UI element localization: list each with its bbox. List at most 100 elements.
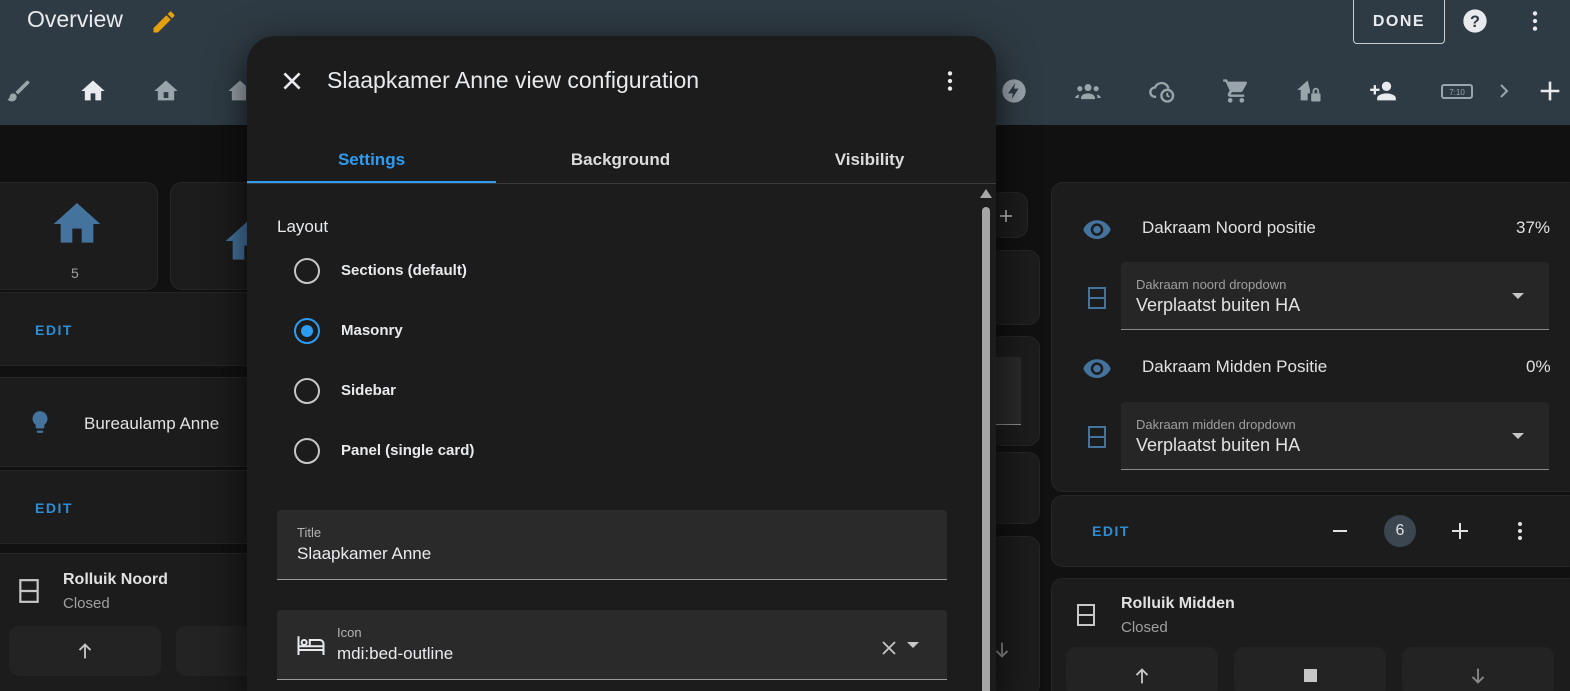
radio-label[interactable]: Masonry <box>341 322 403 339</box>
strip-card <box>990 250 1040 325</box>
done-button[interactable]: DONE <box>1353 0 1445 44</box>
plus-icon <box>1000 210 1012 222</box>
title-field[interactable]: Title Slaapkamer Anne <box>277 510 947 580</box>
radio-label[interactable]: Panel (single card) <box>341 442 474 459</box>
dialog-title: Slaapkamer Anne view configuration <box>327 67 700 93</box>
icon-field-value[interactable]: mdi:bed-outline <box>337 644 453 664</box>
more-vert-icon[interactable] <box>1508 518 1532 544</box>
arrow-up-icon <box>1135 668 1149 684</box>
icon-field-label: Icon <box>337 625 362 640</box>
account-plus-icon[interactable] <box>1369 77 1397 105</box>
edit-pencil-icon[interactable] <box>150 8 178 36</box>
entity-name: Dakraam Midden Positie <box>1142 357 1328 376</box>
svg-text:?: ? <box>1470 13 1480 31</box>
flash-icon[interactable] <box>1000 77 1028 105</box>
arrow-down-icon <box>1471 668 1485 684</box>
entity-name: Dakraam Noord positie <box>1142 218 1316 237</box>
clock-digital-icon[interactable]: 7:10 <box>1441 77 1473 105</box>
svg-text:7:10: 7:10 <box>1449 88 1465 97</box>
home-lock-icon[interactable] <box>1296 77 1324 105</box>
scroll-up-arrow-icon[interactable] <box>980 189 992 198</box>
eye-icon[interactable] <box>1082 214 1112 244</box>
cart-icon[interactable] <box>1222 77 1250 105</box>
light-name: Bureaulamp Anne <box>84 414 220 433</box>
home-button-card[interactable]: 5 <box>0 182 158 290</box>
lightbulb-icon[interactable] <box>27 409 53 435</box>
edit-bar-right: EDIT 6 <box>1051 495 1570 567</box>
dropdown-arrow-icon[interactable] <box>907 642 919 648</box>
select-dakraam-midden[interactable]: Dakraam midden dropdown Verplaatst buite… <box>1121 402 1549 470</box>
select-value: Verplaatst buiten HA <box>1136 295 1301 315</box>
edit-button[interactable]: EDIT <box>35 500 73 516</box>
scrollbar-thumb[interactable] <box>982 207 990 691</box>
account-group-icon[interactable] <box>1074 77 1102 105</box>
more-vert-icon[interactable] <box>937 67 963 95</box>
chevron-right-icon[interactable] <box>1492 77 1516 105</box>
title-field-label: Title <box>297 525 322 540</box>
more-vert-icon[interactable] <box>1522 7 1548 35</box>
select-label: Dakraam noord dropdown <box>1136 277 1287 292</box>
eye-icon[interactable] <box>1082 353 1112 383</box>
radio-sidebar[interactable] <box>294 378 320 404</box>
tab-settings[interactable]: Settings <box>247 136 496 184</box>
radio-label[interactable]: Sidebar <box>341 382 396 399</box>
icon-field[interactable]: Icon mdi:bed-outline <box>277 610 947 680</box>
edit-bar-2: EDIT <box>0 470 260 544</box>
home-g-icon[interactable] <box>226 77 246 105</box>
home-icon[interactable] <box>79 77 107 105</box>
cover-open-button[interactable] <box>9 626 161 676</box>
scrollbar[interactable] <box>980 187 992 691</box>
help-icon[interactable]: ? <box>1461 7 1489 35</box>
cover-open-button[interactable] <box>1066 647 1218 691</box>
light-card[interactable]: Bureaulamp Anne <box>0 377 260 467</box>
window-shutter-icon[interactable] <box>16 576 42 606</box>
window-shutter-icon[interactable] <box>1074 600 1098 630</box>
column-count-badge: 6 <box>1384 515 1416 547</box>
cover-name: Rolluik Midden <box>1121 595 1235 612</box>
radio-panel[interactable] <box>294 438 320 464</box>
select-label: Dakraam midden dropdown <box>1136 417 1296 432</box>
cover-card-right: Rolluik Midden Closed <box>1051 578 1570 691</box>
bed-outline-icon <box>296 630 326 660</box>
select-value: Verplaatst buiten HA <box>1136 435 1301 455</box>
entity-value: 37% <box>1516 218 1551 237</box>
view-config-dialog: Slaapkamer Anne view configuration Setti… <box>247 36 996 691</box>
cover-stop-button[interactable] <box>1234 647 1386 691</box>
radio-sections[interactable] <box>294 258 320 284</box>
cover-state: Closed <box>63 595 110 612</box>
plus-icon[interactable] <box>1448 519 1472 543</box>
strip-card <box>990 336 1040 446</box>
edit-button[interactable]: EDIT <box>35 322 73 338</box>
layout-label: Layout <box>277 217 329 236</box>
dropdown-arrow-icon[interactable] <box>1512 293 1524 299</box>
select-dakraam-noord[interactable]: Dakraam noord dropdown Verplaatst buiten… <box>1121 262 1549 330</box>
dashboard-title: Overview <box>27 6 123 32</box>
dialog-tabs: Settings Background Visibility <box>247 136 996 184</box>
title-field-value[interactable]: Slaapkamer Anne <box>297 544 431 564</box>
edit-button[interactable]: EDIT <box>1092 523 1130 539</box>
tab-background[interactable]: Background <box>496 136 745 184</box>
edit-bar: EDIT <box>0 292 260 366</box>
strip-card <box>990 536 1040 691</box>
close-icon[interactable] <box>279 68 305 94</box>
arrow-up-icon <box>78 643 92 659</box>
cover-close-button[interactable] <box>1402 647 1554 691</box>
radio-masonry[interactable] <box>294 318 320 344</box>
cover-card: Rolluik Noord Closed <box>0 553 266 691</box>
home-outline-icon[interactable] <box>152 77 180 105</box>
cover-state: Closed <box>1121 619 1168 636</box>
window-shutter-icon[interactable] <box>1085 283 1109 313</box>
strip-card <box>990 452 1040 524</box>
radio-label[interactable]: Sections (default) <box>341 262 467 279</box>
plus-icon[interactable] <box>1536 77 1564 105</box>
window-shutter-icon[interactable] <box>1085 422 1109 452</box>
weather-cloudy-clock-icon[interactable] <box>1148 77 1176 105</box>
paint-brush-icon[interactable] <box>5 77 33 105</box>
entity-value: 0% <box>1526 357 1551 376</box>
dropdown-arrow-icon[interactable] <box>1512 433 1524 439</box>
active-tab-indicator <box>247 181 496 183</box>
clear-icon[interactable] <box>877 636 901 660</box>
minus-icon[interactable] <box>1328 519 1352 543</box>
cover-name: Rolluik Noord <box>63 571 168 588</box>
tab-visibility[interactable]: Visibility <box>745 136 994 184</box>
